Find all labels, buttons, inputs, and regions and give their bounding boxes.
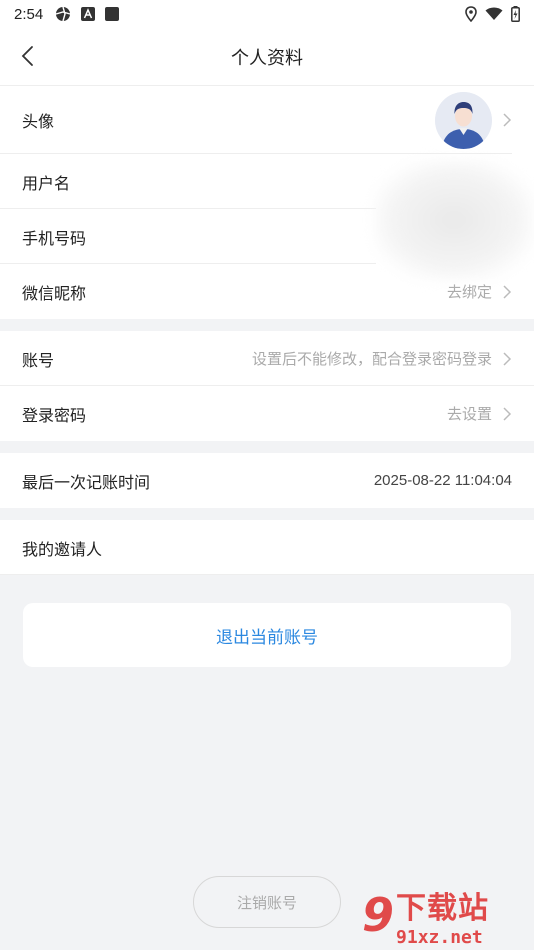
account-label: 账号 [22,352,55,370]
phone-label: 手机号码 [22,230,87,248]
account-value: 设置后不能修改，配合登录密码登录 [251,351,492,368]
cancel-account-label: 注销账号 [236,894,297,912]
battery-icon [511,6,520,22]
cancel-account-button[interactable]: 注销账号 [193,876,341,928]
inviter-label: 我的邀请人 [22,541,103,559]
blurred-region [374,160,534,280]
inviter-row[interactable]: 我的邀请人 [0,520,534,575]
avatar-row[interactable]: 头像 [0,86,534,154]
app-square-icon [105,7,120,21]
watermark-title: 下载站 [396,891,490,925]
chevron-right-icon [503,284,512,299]
location-icon [465,6,477,22]
last-record-label: 最后一次记账时间 [22,474,151,492]
password-row[interactable]: 登录密码 去设置 [0,386,534,441]
wechat-label: 微信昵称 [22,285,87,303]
invite-group: 我的邀请人 [0,520,534,575]
username-label: 用户名 [22,175,71,193]
watermark-number: 9 [362,888,395,942]
account-group: 账号 设置后不能修改，配合登录密码登录 登录密码 去设置 [0,331,534,441]
page-title: 个人资料 [231,47,303,68]
wechat-value: 去绑定 [446,284,492,301]
avatar[interactable] [435,91,492,149]
site-watermark-logo: 9 下载站 91xz.net [362,880,534,950]
password-label: 登录密码 [22,407,87,425]
last-record-value: 2025-08-22 11:04:04 [373,472,512,489]
status-time: 2:54 [14,5,44,23]
status-bar: 2:54 [0,0,534,28]
chevron-right-icon [503,351,512,366]
aperture-icon [56,6,71,22]
back-arrow-icon[interactable] [18,44,40,68]
wifi-icon [485,7,503,20]
password-value: 去设置 [446,406,492,423]
chevron-right-icon [503,113,512,127]
record-group: 最后一次记账时间 2025-08-22 11:04:04 [0,453,534,508]
account-row[interactable]: 账号 设置后不能修改，配合登录密码登录 [0,331,534,386]
avatar-label: 头像 [22,114,55,131]
chevron-right-icon [503,406,512,421]
font-app-icon [81,7,96,21]
last-record-row: 最后一次记账时间 2025-08-22 11:04:04 [0,453,534,508]
logout-label: 退出当前账号 [216,627,318,647]
watermark-url: 91xz.net [396,926,483,948]
nav-bar: 个人资料 [0,28,534,86]
user-avatar-icon [435,91,492,149]
logout-button[interactable]: 退出当前账号 [23,603,511,667]
